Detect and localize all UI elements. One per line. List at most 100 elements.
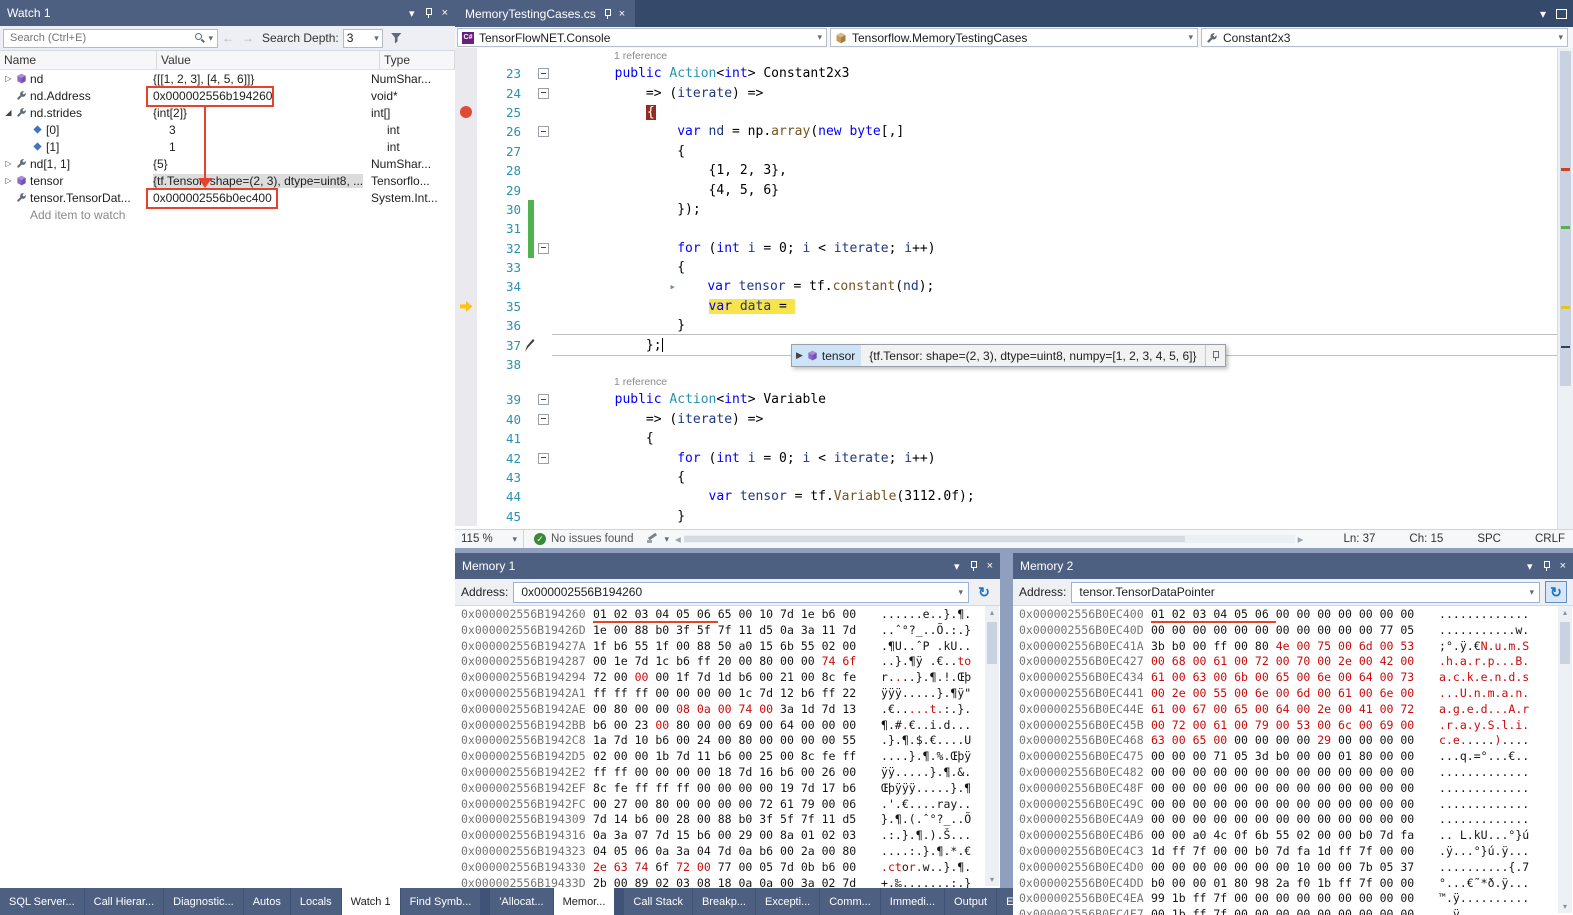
column-header-type[interactable]: Type: [380, 51, 455, 69]
zoom-select[interactable]: 115 % ▾: [455, 530, 524, 548]
memory-bytes[interactable]: 01 02 03 04 05 06 65 00 10 7d 1e b6 00: [593, 607, 871, 623]
memory-bytes[interactable]: 00 00 00 00 00 00 00 00 00 00 00 00 00: [1151, 765, 1429, 781]
project-dropdown[interactable]: C# TensorFlowNET.Console ▾: [457, 28, 827, 47]
expander-icon[interactable]: ▷: [3, 159, 14, 168]
memory-bytes[interactable]: 00 00 00 00 00 00 00 00 00 00 00 00 00: [1151, 797, 1429, 813]
memory-bytes[interactable]: 00 00 00 00 00 00 00 00 00 00 00 00 00: [1151, 781, 1429, 797]
code-text[interactable]: }: [552, 316, 1573, 335]
memory-row[interactable]: 0x000002556B0EC45B00 72 00 61 00 79 00 5…: [1019, 718, 1573, 734]
memory-bytes[interactable]: 00 1b ff 7f 00 00 00 00 00 00 00 00 00: [1151, 907, 1429, 915]
memory-row[interactable]: 0x000002556B0EC43461 00 63 00 6b 00 65 0…: [1019, 670, 1573, 686]
codelens-text[interactable]: 1 reference: [552, 374, 1573, 390]
watch-row[interactable]: ◢nd.strides{int[2]}int[]: [0, 104, 455, 121]
memory-row[interactable]: 0x000002556B0EC44E61 00 67 00 65 00 64 0…: [1019, 702, 1573, 718]
refresh-icon[interactable]: ↻: [1545, 581, 1567, 603]
watch-row[interactable]: ▷nd{[[1, 2, 3], [4, 5, 6]]}NumShar...: [0, 70, 455, 87]
code-text[interactable]: ▸ var tensor = tf.constant(nd);: [552, 277, 1573, 296]
memory-bytes[interactable]: 00 00 00 00 00 00 00 00 00 00 00 00 00: [1151, 812, 1429, 828]
memory-bytes[interactable]: 7d 14 b6 00 28 00 88 b0 3f 5f 7f 11 d5: [593, 812, 871, 828]
watch-row[interactable]: Add item to watch: [0, 206, 455, 223]
memory-bytes[interactable]: 04 05 06 0a 3a 04 7d 0a b6 00 2a 00 80: [593, 844, 871, 860]
indicator-margin[interactable]: [455, 468, 477, 487]
scroll-up-icon[interactable]: ▴: [1563, 608, 1567, 617]
chevron-down-icon[interactable]: ▾: [1529, 587, 1534, 598]
memory-bytes[interactable]: 8c fe ff ff ff 00 00 00 00 19 7d 17 b6: [593, 781, 871, 797]
indicator-margin[interactable]: [455, 122, 477, 141]
search-prev-icon[interactable]: ←: [222, 31, 234, 45]
code-line[interactable]: 42 for (int i = 0; i < iterate; i++): [455, 448, 1573, 467]
code-line[interactable]: 39 public Action<int> Variable: [455, 390, 1573, 409]
fold-toggle-icon[interactable]: [538, 126, 549, 137]
memory2-titlebar[interactable]: Memory 2 ▾ ×: [1013, 553, 1573, 579]
memory-row[interactable]: 0x000002556B0EC4A900 00 00 00 00 00 00 0…: [1019, 812, 1573, 828]
breakpoint-icon[interactable]: [460, 106, 472, 118]
code-line[interactable]: 27 {: [455, 142, 1573, 161]
memory1-address-input[interactable]: [519, 584, 955, 600]
code-text[interactable]: for (int i = 0; i < iterate; i++): [552, 448, 1573, 467]
code-line[interactable]: 36 }: [455, 316, 1573, 335]
memory-bytes[interactable]: 2e 63 74 6f 72 00 77 00 05 7d 0b b6 00: [593, 860, 871, 876]
memory2-scrollbar[interactable]: ▴ ▾: [1558, 606, 1572, 913]
refresh-icon[interactable]: ↻: [974, 582, 994, 602]
code-text[interactable]: var data =: [552, 297, 1573, 316]
indicator-margin[interactable]: [455, 239, 477, 258]
fold-toggle-icon[interactable]: [538, 453, 549, 464]
indicator-margin[interactable]: [455, 316, 477, 335]
bottom-tab[interactable]: Immedi...: [881, 888, 944, 915]
indicator-margin[interactable]: [455, 374, 477, 390]
memory-row[interactable]: 0x000002556B0EC48200 00 00 00 00 00 00 0…: [1019, 765, 1573, 781]
bottom-tab[interactable]: Breakp...: [693, 888, 755, 915]
search-icon[interactable]: [195, 33, 205, 43]
bottom-tab[interactable]: Diagnostic...: [164, 888, 243, 915]
memory-bytes[interactable]: ff ff ff 00 00 00 00 1c 7d 12 b6 ff 22: [593, 686, 871, 702]
code-line[interactable]: 26 var nd = np.array(new byte[,]: [455, 122, 1573, 141]
window-list-chevron-icon[interactable]: ▾: [1540, 7, 1546, 21]
indicator-margin[interactable]: [455, 180, 477, 199]
bottom-tab[interactable]: Watch 1: [342, 888, 400, 915]
watch-value-cell[interactable]: 1: [167, 140, 383, 154]
memory-row[interactable]: 0x000002556B19433D2b 00 89 02 03 08 18 0…: [461, 876, 1000, 889]
window-position-chevron-icon[interactable]: ▾: [409, 7, 415, 20]
memory-row[interactable]: 0x000002556B19432304 05 06 0a 3a 04 7d 0…: [461, 844, 1000, 860]
memory-bytes[interactable]: 00 72 00 61 00 79 00 53 00 6c 00 69 00: [1151, 718, 1429, 734]
memory-row[interactable]: 0x000002556B1942BBb6 00 23 00 80 00 00 6…: [461, 718, 1000, 734]
close-icon[interactable]: ×: [442, 7, 448, 19]
watch-value-cell[interactable]: {5}: [151, 157, 367, 171]
indicator-margin[interactable]: [455, 297, 477, 316]
memory-bytes[interactable]: 00 2e 00 55 00 6e 00 6d 00 61 00 6e 00: [1151, 686, 1429, 702]
memory-row[interactable]: 0x000002556B0EC49C00 00 00 00 00 00 00 0…: [1019, 797, 1573, 813]
memory-row[interactable]: 0x000002556B0EC42700 68 00 61 00 72 00 7…: [1019, 654, 1573, 670]
code-text[interactable]: }: [552, 507, 1573, 526]
memory-row[interactable]: 0x000002556B0EC4D000 00 00 00 00 00 00 1…: [1019, 860, 1573, 876]
memory-row[interactable]: 0x000002556B1942D502 00 00 1b 7d 11 b6 0…: [461, 749, 1000, 765]
code-text[interactable]: {4, 5, 6}: [552, 180, 1573, 199]
bottom-tab[interactable]: Error List: [997, 888, 1013, 915]
memory-row[interactable]: 0x000002556B1942FC00 27 00 80 00 00 00 0…: [461, 797, 1000, 813]
memory-row[interactable]: 0x000002556B0EC4EA99 1b ff 7f 00 00 00 0…: [1019, 891, 1573, 907]
memory-row[interactable]: 0x000002556B19428700 1e 7d 1c b6 ff 20 0…: [461, 654, 1000, 670]
close-icon[interactable]: ×: [619, 8, 625, 20]
fold-toggle-icon[interactable]: [538, 88, 549, 99]
memory-row[interactable]: 0x000002556B0EC4DDb0 00 00 01 80 98 2a f…: [1019, 876, 1573, 892]
memory-row[interactable]: 0x000002556B0EC4F700 1b ff 7f 00 00 00 0…: [1019, 907, 1573, 915]
memory-bytes[interactable]: 61 00 67 00 65 00 64 00 2e 00 41 00 72: [1151, 702, 1429, 718]
memory2-address-input[interactable]: [1077, 584, 1526, 600]
code-line[interactable]: 28 {1, 2, 3},: [455, 161, 1573, 180]
code-line[interactable]: 40 => (iterate) =>: [455, 410, 1573, 429]
code-line[interactable]: 31: [455, 219, 1573, 238]
codelens-text[interactable]: 1 reference: [552, 48, 1573, 64]
memory-row[interactable]: 0x000002556B1942AE00 80 00 00 08 0a 00 7…: [461, 702, 1000, 718]
search-depth-select[interactable]: 3 ▾: [343, 29, 383, 48]
column-header-value[interactable]: Value: [157, 51, 380, 69]
memory1-hex-view[interactable]: 0x000002556B19426001 02 03 04 05 06 65 0…: [455, 606, 1000, 889]
code-text[interactable]: var tensor = tf.Variable(3112.0f);: [552, 487, 1573, 506]
bottom-tab[interactable]: Call Hierar...: [85, 888, 164, 915]
memory-row[interactable]: 0x000002556B0EC4B600 00 a0 4c 0f 6b 55 0…: [1019, 828, 1573, 844]
code-text[interactable]: => (iterate) =>: [552, 83, 1573, 102]
watch-row[interactable]: ▷tensor{tf.Tensor: shape=(2, 3), dtype=u…: [0, 172, 455, 189]
memory-row[interactable]: 0x000002556B0EC40001 02 03 04 05 06 00 0…: [1019, 607, 1573, 623]
code-text[interactable]: {: [552, 429, 1573, 448]
indicator-margin[interactable]: [455, 487, 477, 506]
code-line[interactable]: 43 {: [455, 468, 1573, 487]
code-text[interactable]: var nd = np.array(new byte[,]: [552, 122, 1573, 141]
